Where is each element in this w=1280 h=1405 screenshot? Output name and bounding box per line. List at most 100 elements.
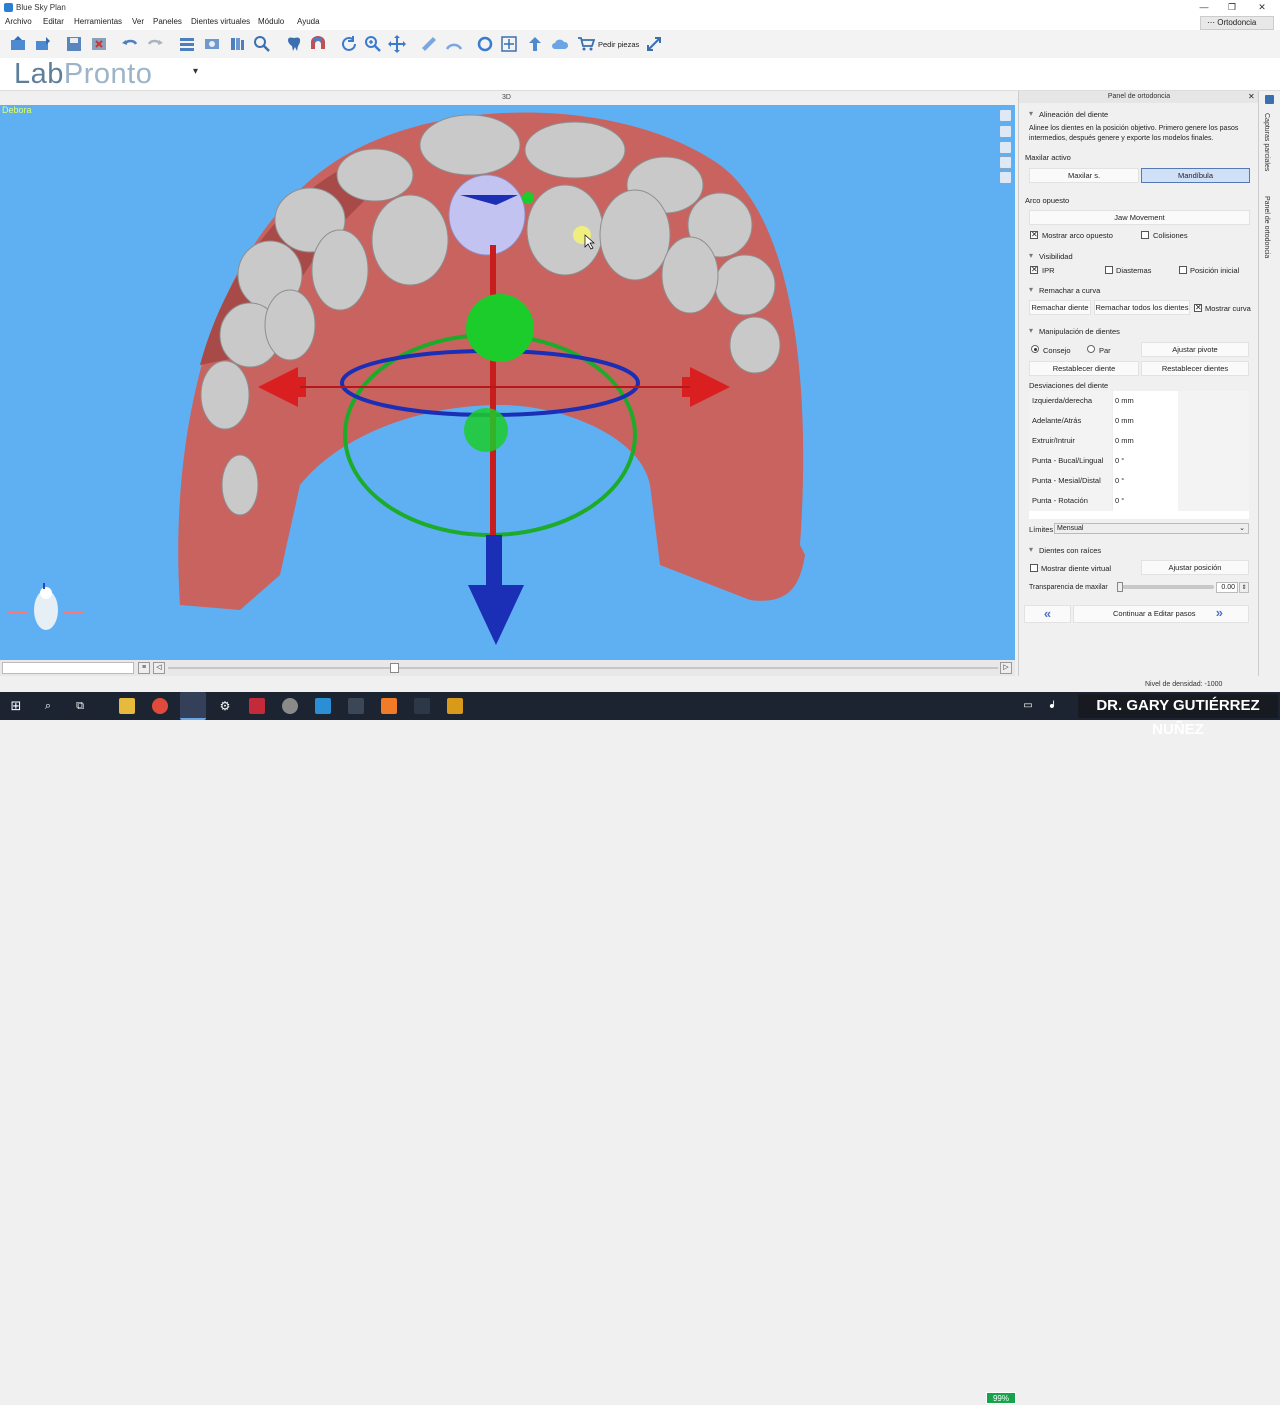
magnifier-icon[interactable] xyxy=(253,35,271,53)
view-annotate-icon[interactable] xyxy=(999,156,1012,169)
menu-ayuda[interactable]: Ayuda xyxy=(297,17,320,26)
tab-capturas[interactable]: Capturas parciales xyxy=(1263,113,1270,171)
curve-icon[interactable] xyxy=(476,35,494,53)
view-close-icon[interactable] xyxy=(999,109,1012,122)
chrome-icon[interactable] xyxy=(152,698,168,714)
snap-all-button[interactable]: Remachar todos los dientes xyxy=(1094,300,1190,315)
layout-icon[interactable] xyxy=(178,35,196,53)
show-opposite-checkbox[interactable] xyxy=(1030,230,1038,239)
layer-select[interactable] xyxy=(2,662,134,674)
brand-dropdown-icon[interactable]: ▾ xyxy=(193,66,198,77)
undo-icon[interactable] xyxy=(121,35,139,53)
pin-icon[interactable] xyxy=(1265,95,1274,104)
panel-close-icon[interactable]: ✕ xyxy=(1248,92,1255,101)
close-project-icon[interactable] xyxy=(90,35,108,53)
adjust-pivot-button[interactable]: Ajustar pivote xyxy=(1141,342,1249,357)
search-icon[interactable]: ⌕ xyxy=(40,698,56,714)
maxilar-button[interactable]: Maxilar s. xyxy=(1029,168,1139,183)
diastemas-checkbox[interactable] xyxy=(1105,266,1113,274)
deviation-value-input[interactable]: 0 mm xyxy=(1112,411,1178,431)
zoom-icon[interactable] xyxy=(364,35,382,53)
app-blue-icon[interactable] xyxy=(315,698,331,714)
expand-icon[interactable] xyxy=(645,35,663,53)
transparency-input[interactable]: 0.00 xyxy=(1216,582,1238,593)
align-icon[interactable] xyxy=(500,35,518,53)
jaw-movement-button[interactable]: Jaw Movement xyxy=(1029,210,1250,225)
menu-ver[interactable]: Ver xyxy=(132,17,144,26)
section-roots[interactable]: Dientes con raíces xyxy=(1029,545,1101,555)
ruler-icon[interactable] xyxy=(420,35,438,53)
deviation-value-input[interactable]: 0 mm xyxy=(1112,391,1178,411)
view-camera-icon[interactable] xyxy=(999,171,1012,184)
cloud-icon[interactable] xyxy=(551,35,569,53)
deviation-value-input[interactable]: 0 ° xyxy=(1112,491,1178,511)
screenshot-icon[interactable] xyxy=(203,35,221,53)
menu-archivo[interactable]: Archivo xyxy=(5,17,32,26)
menu-dientes-virtuales[interactable]: Dientes virtuales xyxy=(191,17,250,26)
tooth-icon[interactable] xyxy=(285,35,303,53)
labpronto-logo[interactable]: LabPronto xyxy=(14,58,152,91)
view-reset-icon[interactable] xyxy=(999,125,1012,138)
timeline-menu-icon[interactable]: ≡ xyxy=(138,662,150,674)
virtual-tooth-checkbox[interactable] xyxy=(1030,564,1038,572)
settings-icon[interactable]: ⚙ xyxy=(217,698,233,714)
app-dark-icon[interactable] xyxy=(348,698,364,714)
upload-icon[interactable] xyxy=(526,35,544,53)
previous-step-button[interactable]: « xyxy=(1024,605,1071,623)
app-red-icon[interactable] xyxy=(249,698,265,714)
deviation-value-input[interactable]: 0 ° xyxy=(1112,471,1178,491)
section-align[interactable]: Alineación del diente xyxy=(1029,109,1108,119)
tray-icon[interactable]: ▭ xyxy=(1020,698,1036,714)
close-window-button[interactable]: ✕ xyxy=(1248,0,1276,15)
show-curve-checkbox[interactable] xyxy=(1194,303,1202,312)
par-radio[interactable] xyxy=(1087,345,1095,353)
menu-paneles[interactable]: Paneles xyxy=(153,17,182,26)
battery-indicator[interactable]: 99% xyxy=(986,1392,1016,1404)
task-view-icon[interactable]: ⧉ xyxy=(72,698,88,714)
minimize-button[interactable]: — xyxy=(1190,0,1218,15)
blue-sky-plan-taskbar-icon[interactable] xyxy=(180,692,206,720)
transparency-slider[interactable] xyxy=(1122,585,1214,589)
import-icon[interactable] xyxy=(34,35,52,53)
view-grid-icon[interactable] xyxy=(999,141,1012,154)
consejo-radio[interactable] xyxy=(1031,345,1039,353)
continue-button[interactable]: Continuar a Editar pasos » xyxy=(1073,605,1249,623)
pan-icon[interactable] xyxy=(388,35,406,53)
section-curve[interactable]: Remachar a curva xyxy=(1029,285,1100,295)
app-gray-icon[interactable] xyxy=(282,698,298,714)
tab-panel-ortodoncia[interactable]: Panel de ortodoncia xyxy=(1263,196,1270,258)
order-parts-label[interactable]: Pedir piezas xyxy=(598,40,639,49)
ipr-checkbox[interactable] xyxy=(1030,265,1038,274)
language-icon[interactable]: ᖱ xyxy=(1044,698,1060,714)
jaw-icon[interactable] xyxy=(309,35,327,53)
mandibula-button[interactable]: Mandíbula xyxy=(1141,168,1250,183)
timeline-prev-icon[interactable]: ◁ xyxy=(153,662,165,674)
app-orange-icon[interactable] xyxy=(381,698,397,714)
snap-tooth-button[interactable]: Remachar diente xyxy=(1029,300,1091,315)
dental-model[interactable] xyxy=(0,105,1015,660)
file-explorer-icon[interactable] xyxy=(119,698,135,714)
app-terminal-icon[interactable] xyxy=(414,698,430,714)
timeline-track[interactable] xyxy=(168,667,998,669)
viewport-3d[interactable]: Debora xyxy=(0,105,1015,660)
transparency-slider-handle[interactable] xyxy=(1117,582,1123,592)
collisions-checkbox[interactable] xyxy=(1141,231,1149,239)
timeline-slider-handle[interactable] xyxy=(390,663,399,673)
library-icon[interactable] xyxy=(228,35,246,53)
rotate-view-icon[interactable] xyxy=(340,35,358,53)
redo-icon[interactable] xyxy=(146,35,164,53)
angle-measure-icon[interactable] xyxy=(445,35,463,53)
adjust-position-button[interactable]: Ajustar posición xyxy=(1141,560,1249,575)
restore-button[interactable]: ❐ xyxy=(1218,0,1246,15)
cart-icon[interactable] xyxy=(577,35,596,53)
initial-position-checkbox[interactable] xyxy=(1179,266,1187,274)
reset-teeth-button[interactable]: Restablecer dientes xyxy=(1141,361,1249,376)
deviation-value-input[interactable]: 0 ° xyxy=(1112,451,1178,471)
save-icon[interactable] xyxy=(65,35,83,53)
reset-tooth-button[interactable]: Restablecer diente xyxy=(1029,361,1139,376)
windows-start-icon[interactable]: ⊞ xyxy=(8,698,24,714)
section-manipulation[interactable]: Manipulación de dientes xyxy=(1029,326,1120,336)
section-visibility[interactable]: Visibilidad xyxy=(1029,251,1073,261)
deviation-value-input[interactable]: 0 mm xyxy=(1112,431,1178,451)
limits-select[interactable]: Mensual ⌄ xyxy=(1054,523,1249,534)
